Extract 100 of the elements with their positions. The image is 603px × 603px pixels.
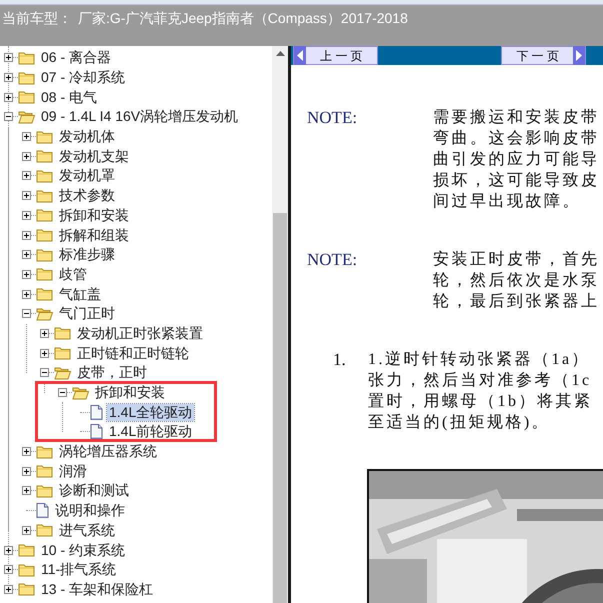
scroll-up-icon[interactable]: [276, 51, 284, 56]
scrollbar[interactable]: [272, 46, 288, 603]
body-text-line: 弯曲。这会影响皮带: [433, 128, 600, 149]
tree-item[interactable]: 发动机体: [57, 128, 117, 146]
vehicle-label: 当前车型：: [2, 8, 72, 28]
folder-icon: [36, 228, 53, 242]
tree-item[interactable]: 1.4L前轮驱动: [107, 423, 194, 440]
body-text-line: 损坏，这可能导致皮: [433, 170, 600, 191]
tree-item[interactable]: 润滑: [57, 462, 89, 480]
collapse-toggle[interactable]: [4, 112, 13, 122]
expand-toggle[interactable]: [4, 73, 13, 82]
tree-item[interactable]: 正时链和正时链轮: [75, 344, 191, 362]
expand-toggle[interactable]: [22, 526, 31, 535]
note-label: NOTE:: [307, 107, 358, 128]
tree-item[interactable]: 技术参数: [57, 187, 117, 204]
folder-icon: [18, 562, 35, 577]
tree-item[interactable]: 气门正时: [57, 305, 117, 322]
expand-toggle[interactable]: [22, 486, 31, 496]
expand-toggle[interactable]: [22, 191, 31, 200]
tree-item[interactable]: 06 - 离合器: [39, 49, 114, 66]
open-folder-icon: [54, 366, 71, 380]
folder-icon: [36, 267, 53, 282]
tree-item[interactable]: 发动机正时张紧装置: [75, 324, 205, 342]
folder-icon: [36, 208, 53, 222]
body-text-line: 张力，然后当对准参考（1c: [368, 370, 592, 391]
document-icon: [90, 404, 103, 420]
tree-item[interactable]: 09 - 1.4L I4 16V涡轮增压发动机: [39, 108, 240, 126]
expand-toggle[interactable]: [4, 92, 13, 102]
tree-item[interactable]: 进气系统: [57, 522, 117, 539]
expand-toggle[interactable]: [22, 132, 31, 142]
expand-toggle[interactable]: [4, 53, 13, 62]
folder-icon: [36, 168, 53, 183]
folder-icon: [54, 326, 71, 340]
open-folder-icon: [18, 110, 35, 124]
document-icon: [90, 424, 103, 440]
tree-item[interactable]: 说明和操作: [53, 502, 127, 520]
body-text-line: 置时，用螺母（1b）将其紧: [368, 392, 592, 412]
body-text-line: 曲引发的应力可能导: [433, 150, 600, 170]
folder-icon: [36, 130, 53, 144]
tree-item[interactable]: 07 - 冷却系统: [39, 69, 128, 86]
expand-toggle[interactable]: [4, 584, 13, 594]
expand-toggle[interactable]: [22, 152, 31, 161]
tree-item[interactable]: 13 - 车架和保险杠: [39, 580, 156, 598]
next-page-button[interactable]: 下 一 页: [501, 46, 586, 65]
expand-toggle[interactable]: [22, 466, 31, 476]
tree-item[interactable]: 皮带，正时: [75, 364, 149, 382]
body-text-line: 轮，最后到张紧器上: [433, 292, 600, 312]
tree-item[interactable]: 11-排气系统: [39, 561, 118, 578]
expand-toggle[interactable]: [40, 348, 49, 358]
scrollbar-thumb[interactable]: [273, 213, 287, 603]
folder-icon: [18, 582, 35, 596]
expand-toggle[interactable]: [22, 270, 31, 279]
expand-toggle[interactable]: [22, 171, 31, 180]
folder-icon: [36, 464, 53, 478]
tree-item[interactable]: 10 - 约束系统: [39, 542, 128, 559]
folder-icon: [36, 523, 53, 538]
document-icon: [36, 503, 49, 518]
folder-icon: [36, 444, 53, 459]
folder-icon: [18, 90, 35, 104]
tree-item[interactable]: 气缸盖: [57, 286, 103, 303]
folder-icon: [18, 50, 35, 65]
expand-toggle[interactable]: [22, 230, 31, 240]
tree-item[interactable]: 拆解和组装: [57, 226, 131, 244]
open-folder-icon: [36, 306, 53, 321]
previous-page-button[interactable]: 上 一 页: [293, 46, 378, 65]
tree-item[interactable]: 拆卸和安装: [57, 206, 131, 224]
tree-item[interactable]: 歧管: [57, 266, 89, 283]
expand-toggle[interactable]: [22, 290, 31, 299]
body-text-line: 至适当的(扭矩规格)。: [368, 412, 550, 433]
vehicle-model: 厂家:G-广汽菲克Jeep指南者（Compass）2017-2018: [78, 8, 408, 28]
folder-icon: [18, 543, 35, 558]
folder-icon: [54, 346, 71, 360]
body-text-line: 安装正时皮带，首先: [433, 250, 600, 270]
collapse-toggle[interactable]: [40, 368, 49, 378]
tree-item[interactable]: 08 - 电气: [39, 88, 100, 106]
tree-item[interactable]: 涡轮增压器系统: [57, 443, 159, 460]
open-folder-icon: [72, 386, 89, 400]
collapse-toggle[interactable]: [22, 309, 31, 318]
expand-toggle[interactable]: [22, 210, 31, 220]
folder-icon: [36, 287, 53, 302]
tree-item[interactable]: 1.4L全轮驱动: [107, 404, 194, 421]
expand-toggle[interactable]: [22, 447, 31, 456]
tree-item[interactable]: 发动机支架: [57, 148, 131, 165]
body-text-line: 1.逆时针转动张紧器（1a）: [368, 350, 590, 370]
expand-toggle[interactable]: [4, 546, 13, 555]
expand-toggle[interactable]: [40, 328, 49, 338]
body-text-line: 需要搬运和安装皮带: [433, 108, 600, 128]
expand-toggle[interactable]: [4, 565, 13, 574]
folder-icon: [18, 70, 35, 85]
tree-item[interactable]: 诊断和测试: [57, 482, 131, 500]
tree-item[interactable]: 拆卸和安装: [93, 384, 167, 402]
tree-item[interactable]: 标准步骤: [57, 246, 117, 264]
folder-icon: [36, 149, 53, 164]
tree-item[interactable]: 发动机罩: [57, 167, 117, 184]
expand-toggle[interactable]: [22, 250, 31, 260]
note-label: NOTE:: [307, 249, 358, 270]
folder-icon: [36, 188, 53, 203]
step-number: 1.: [333, 349, 347, 370]
folder-icon: [36, 248, 53, 262]
collapse-toggle[interactable]: [58, 388, 67, 398]
